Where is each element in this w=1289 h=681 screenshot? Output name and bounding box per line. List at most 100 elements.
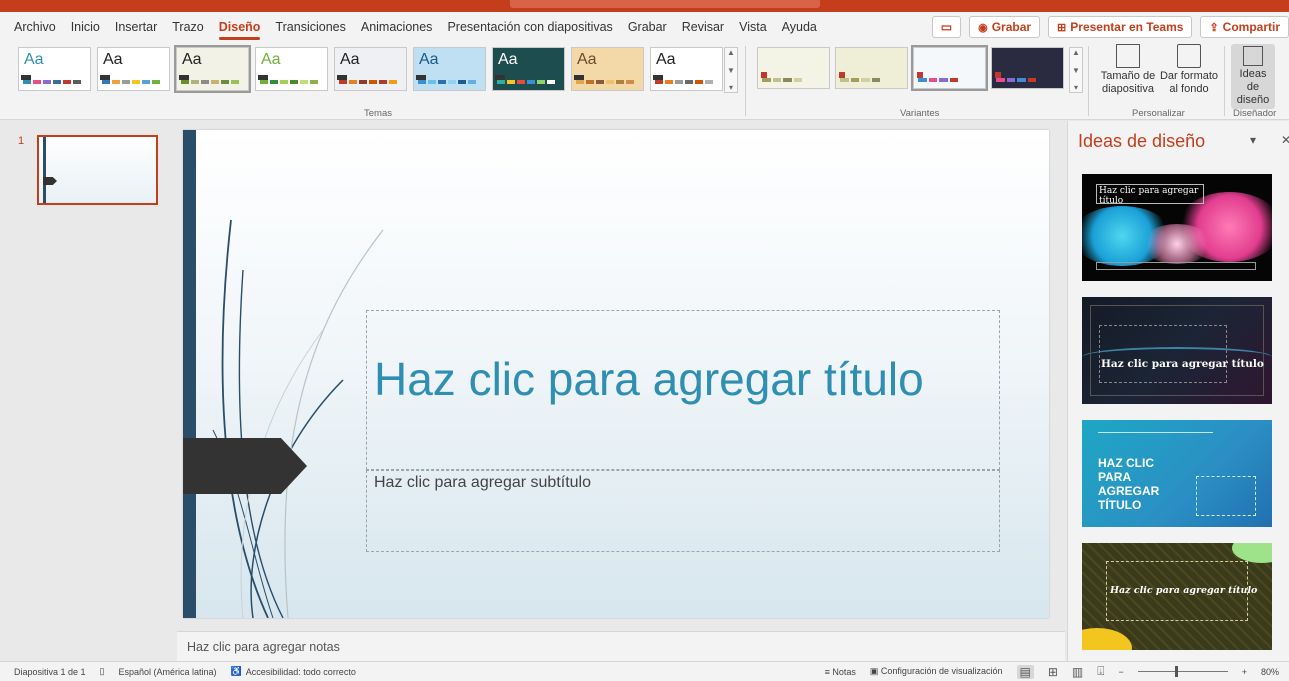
zoom-slider-thumb[interactable]: [1174, 666, 1178, 677]
zoom-in-icon[interactable]: +: [1242, 667, 1247, 677]
tab-inicio[interactable]: Inicio: [71, 14, 100, 40]
variants-gallery: [757, 45, 1064, 91]
color-swatch: [762, 78, 771, 82]
variant-option[interactable]: [911, 45, 988, 91]
variant-option[interactable]: [835, 47, 908, 89]
tab-revisar[interactable]: Revisar: [682, 14, 724, 40]
title-placeholder[interactable]: Haz clic para agregar título: [366, 310, 1000, 470]
slide-size-button[interactable]: Tamaño de diapositiva: [1098, 44, 1158, 96]
color-swatch: [102, 80, 110, 84]
subtitle-placeholder[interactable]: Haz clic para agregar subtítulo: [366, 470, 1000, 552]
idea1-smoke-light: [1142, 224, 1212, 264]
design-idea-3[interactable]: HAZ CLIC PARA AGREGAR TÍTULO: [1082, 420, 1272, 527]
more-icon[interactable]: ▾: [1074, 83, 1078, 92]
slide-sorter-icon[interactable]: ⊞: [1048, 665, 1058, 679]
format-background-button[interactable]: Dar formato al fondo: [1158, 44, 1220, 96]
close-icon[interactable]: ✕: [1281, 133, 1289, 147]
chevron-up-icon[interactable]: ▲: [727, 48, 735, 57]
tab-vista[interactable]: Vista: [739, 14, 767, 40]
variants-gallery-scroll[interactable]: ▲ ▼ ▾: [1069, 47, 1083, 93]
color-swatch: [507, 80, 515, 84]
slideshow-icon[interactable]: ⍗: [1097, 664, 1104, 679]
slide-canvas[interactable]: Haz clic para agregar título Haz clic pa…: [183, 130, 1049, 618]
slide-count: Diapositiva 1 de 1: [14, 666, 86, 677]
color-swatch: [850, 78, 859, 82]
theme-sample-text: Aa: [656, 51, 676, 68]
view-settings-label: Configuración de visualización: [880, 666, 1003, 676]
zoom-level[interactable]: 80%: [1261, 667, 1279, 677]
normal-view-icon[interactable]: ▤: [1016, 664, 1034, 679]
color-swatch: [616, 80, 624, 84]
slide-thumbnail[interactable]: [37, 135, 158, 205]
theme-option[interactable]: Aa: [413, 47, 486, 91]
design-idea-4[interactable]: Haz clic para agregar título: [1082, 543, 1272, 650]
design-idea-1[interactable]: Haz clic para agregar título: [1082, 174, 1272, 281]
notes-pane[interactable]: Haz clic para agregar notas: [177, 631, 1065, 661]
color-swatch: [43, 80, 51, 84]
color-swatch: [260, 80, 268, 84]
design-ideas-button[interactable]: Ideas de diseño: [1231, 44, 1275, 109]
theme-color-bars: [655, 80, 713, 84]
comments-button[interactable]: ▭: [931, 16, 962, 38]
chevron-down-icon[interactable]: ▼: [1072, 66, 1080, 75]
color-swatch: [33, 80, 41, 84]
subtitle-placeholder-text: Haz clic para agregar subtítulo: [374, 474, 591, 491]
tab-animaciones[interactable]: Animaciones: [361, 14, 433, 40]
theme-option[interactable]: Aa: [174, 45, 251, 93]
design-ideas-pane: Ideas de diseño ▾ ✕ Haz clic para agrega…: [1067, 121, 1289, 661]
theme-option[interactable]: Aa: [650, 47, 723, 91]
idea1-title: Haz clic para agregar título: [1096, 184, 1204, 206]
color-swatch: [685, 80, 693, 84]
design-ideas-title: Ideas de diseño: [1078, 131, 1206, 151]
record-button[interactable]: ◉ Grabar: [969, 16, 1041, 38]
theme-option[interactable]: Aa: [18, 47, 91, 91]
share-button[interactable]: ⇪ Compartir: [1200, 16, 1289, 38]
present-teams-button[interactable]: ⊞ Presentar en Teams: [1048, 16, 1193, 38]
title-placeholder-text: Haz clic para agregar título: [374, 353, 924, 405]
spelling-icon[interactable]: ▯: [100, 666, 105, 677]
view-settings-button[interactable]: ▣ Configuración de visualización: [870, 666, 1003, 677]
color-swatch: [221, 80, 229, 84]
theme-option[interactable]: Aa: [334, 47, 407, 91]
more-icon[interactable]: ▾: [729, 83, 733, 92]
ribbon-divider: [745, 46, 746, 116]
thumb-bar: [43, 137, 46, 203]
design-idea-2[interactable]: Haz clic para agregar título: [1082, 297, 1272, 404]
tab-transiciones[interactable]: Transiciones: [275, 14, 345, 40]
ribbon-tabs: Archivo Inicio Insertar Trazo Diseño Tra…: [0, 12, 1289, 42]
notes-toggle[interactable]: ≡ Notas: [825, 667, 856, 677]
tab-presentacion[interactable]: Presentación con diapositivas: [447, 14, 612, 40]
chevron-up-icon[interactable]: ▲: [1072, 48, 1080, 57]
idea3-subtitle-box: [1196, 476, 1256, 516]
theme-option[interactable]: Aa: [255, 47, 328, 91]
reading-view-icon[interactable]: ▥: [1072, 665, 1083, 679]
pane-options-icon[interactable]: ▾: [1250, 133, 1256, 147]
accessibility-status[interactable]: ♿ Accesibilidad: todo correcto: [231, 666, 356, 677]
teams-icon: ⊞: [1057, 21, 1067, 34]
color-swatch: [626, 80, 634, 84]
theme-sample-text: Aa: [498, 51, 518, 68]
tab-grabar[interactable]: Grabar: [628, 14, 667, 40]
color-swatch: [576, 80, 584, 84]
themes-gallery-scroll[interactable]: ▲ ▼ ▾: [724, 47, 738, 93]
zoom-out-icon[interactable]: −: [1118, 667, 1123, 677]
tab-archivo[interactable]: Archivo: [14, 14, 56, 40]
tab-diseno[interactable]: Diseño: [218, 14, 260, 40]
theme-color-bars: [418, 80, 476, 84]
language-status[interactable]: Español (América latina): [119, 667, 217, 677]
theme-sample-text: Aa: [577, 51, 597, 68]
theme-option[interactable]: Aa: [571, 47, 644, 91]
format-background-icon: [1177, 44, 1201, 68]
variant-option[interactable]: [757, 47, 830, 89]
tab-trazo[interactable]: Trazo: [172, 14, 204, 40]
slide-size-label: Tamaño de diapositiva: [1100, 70, 1156, 95]
zoom-slider[interactable]: [1137, 666, 1228, 677]
variant-option[interactable]: [991, 47, 1064, 89]
tab-insertar[interactable]: Insertar: [115, 14, 157, 40]
theme-option[interactable]: Aa: [97, 47, 170, 91]
tab-ayuda[interactable]: Ayuda: [782, 14, 817, 40]
color-swatch: [497, 80, 505, 84]
personalize-group-label: Personalizar: [1132, 108, 1185, 119]
theme-option[interactable]: Aa: [492, 47, 565, 91]
chevron-down-icon[interactable]: ▼: [727, 66, 735, 75]
